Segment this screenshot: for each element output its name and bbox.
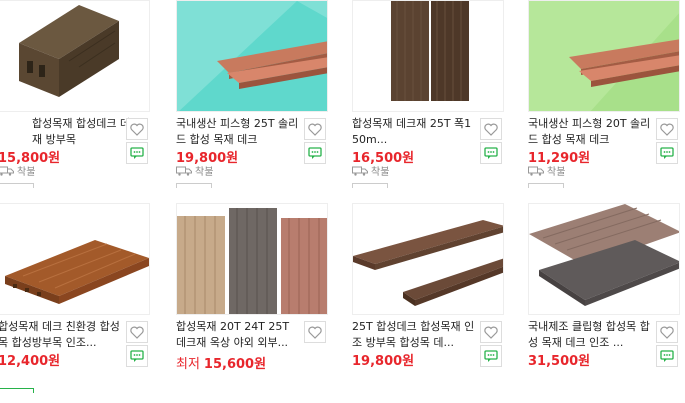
wishlist-button[interactable]: [126, 321, 148, 343]
coupon-tab: [352, 183, 388, 188]
shipping-info: 착불: [352, 163, 389, 178]
heart-icon: [130, 123, 144, 136]
wishlist-button[interactable]: [480, 118, 502, 140]
product-title[interactable]: 국내생산 피스형 25T 솔리드 합성 목재 데크: [176, 116, 300, 148]
chat-button[interactable]: [480, 142, 502, 164]
product-card[interactable]: 합성목재 데크재 25T 폭150m... 16,500원 착불: [352, 0, 532, 200]
chat-icon: [130, 349, 144, 362]
product-card[interactable]: 합성목재 데크 친환경 합성목 합성방부목 인조... 12,400원: [0, 203, 178, 403]
heart-icon: [484, 123, 498, 136]
chat-button[interactable]: [656, 345, 678, 367]
heart-icon: [484, 326, 498, 339]
product-image[interactable]: [0, 0, 150, 112]
chat-button[interactable]: [480, 345, 502, 367]
shipping-info: 착불: [0, 163, 35, 178]
wishlist-button[interactable]: [304, 321, 326, 343]
chat-button[interactable]: [126, 345, 148, 367]
product-card[interactable]: 25T 합성데크 합성목재 인조 방부목 합성목 데... 19,800원: [352, 203, 532, 403]
product-title[interactable]: 합성목재 데크재 25T 폭150m...: [352, 116, 476, 148]
shipping-info: 착불: [176, 163, 213, 178]
product-image[interactable]: [352, 203, 504, 315]
product-title[interactable]: 국내제조 클립형 합성목 합성 목재 데크 인조 ...: [528, 319, 652, 351]
heart-icon: [660, 326, 674, 339]
chat-button[interactable]: [126, 142, 148, 164]
heart-icon: [660, 123, 674, 136]
product-title[interactable]: 25T 합성데크 합성목재 인조 방부목 합성목 데...: [352, 319, 476, 351]
heart-icon: [308, 123, 322, 136]
wishlist-button[interactable]: [656, 118, 678, 140]
product-image[interactable]: [528, 0, 680, 112]
product-image[interactable]: [0, 203, 150, 315]
chat-button[interactable]: [656, 142, 678, 164]
chat-icon: [308, 146, 322, 159]
product-price: 최저 15,600원: [176, 357, 267, 372]
chat-icon: [130, 146, 144, 159]
chat-button[interactable]: [304, 142, 326, 164]
product-image[interactable]: [352, 0, 504, 112]
heart-icon: [308, 326, 322, 339]
coupon-tab: [176, 183, 212, 188]
product-card[interactable]: 합성목재 합성데크 데크재 방부목 15,800원 착불: [0, 0, 178, 200]
product-title[interactable]: 합성목재 합성데크 데크재 방부목: [0, 116, 144, 148]
truck-icon: [0, 166, 14, 176]
chat-icon: [660, 146, 674, 159]
product-image[interactable]: [528, 203, 680, 315]
wishlist-button[interactable]: [480, 321, 502, 343]
chat-icon: [484, 349, 498, 362]
chat-icon: [660, 349, 674, 362]
chat-icon: [484, 146, 498, 159]
product-price: 12,400원: [0, 354, 61, 369]
shipping-info: 착불: [528, 163, 565, 178]
product-card[interactable]: 합성목재 20T 24T 25T 데크재 옥상 야외 외부... 최저 15,60…: [176, 203, 356, 403]
wishlist-button[interactable]: [126, 118, 148, 140]
product-title[interactable]: 합성목재 20T 24T 25T 데크재 옥상 야외 외부...: [176, 319, 300, 351]
product-card[interactable]: 국내제조 클립형 합성목 합성 목재 데크 인조 ... 31,500원: [528, 203, 685, 403]
truck-icon: [352, 166, 368, 176]
coupon-tab: [0, 388, 34, 393]
product-price: 31,500원: [528, 354, 591, 369]
product-card[interactable]: 국내생산 피스형 20T 솔리드 합성 목재 데크 11,290원 착불: [528, 0, 685, 200]
product-image[interactable]: [176, 0, 328, 112]
heart-icon: [130, 326, 144, 339]
product-image[interactable]: [176, 203, 328, 315]
coupon-tab: [0, 183, 34, 188]
wishlist-button[interactable]: [304, 118, 326, 140]
wishlist-button[interactable]: [656, 321, 678, 343]
coupon-tab: [528, 183, 564, 188]
product-price: 19,800원: [352, 354, 415, 369]
product-card[interactable]: 국내생산 피스형 25T 솔리드 합성 목재 데크 19,800원 착불: [176, 0, 356, 200]
product-title[interactable]: 국내생산 피스형 20T 솔리드 합성 목재 데크: [528, 116, 652, 148]
product-title[interactable]: 합성목재 데크 친환경 합성목 합성방부목 인조...: [0, 319, 122, 351]
truck-icon: [528, 166, 544, 176]
truck-icon: [176, 166, 192, 176]
